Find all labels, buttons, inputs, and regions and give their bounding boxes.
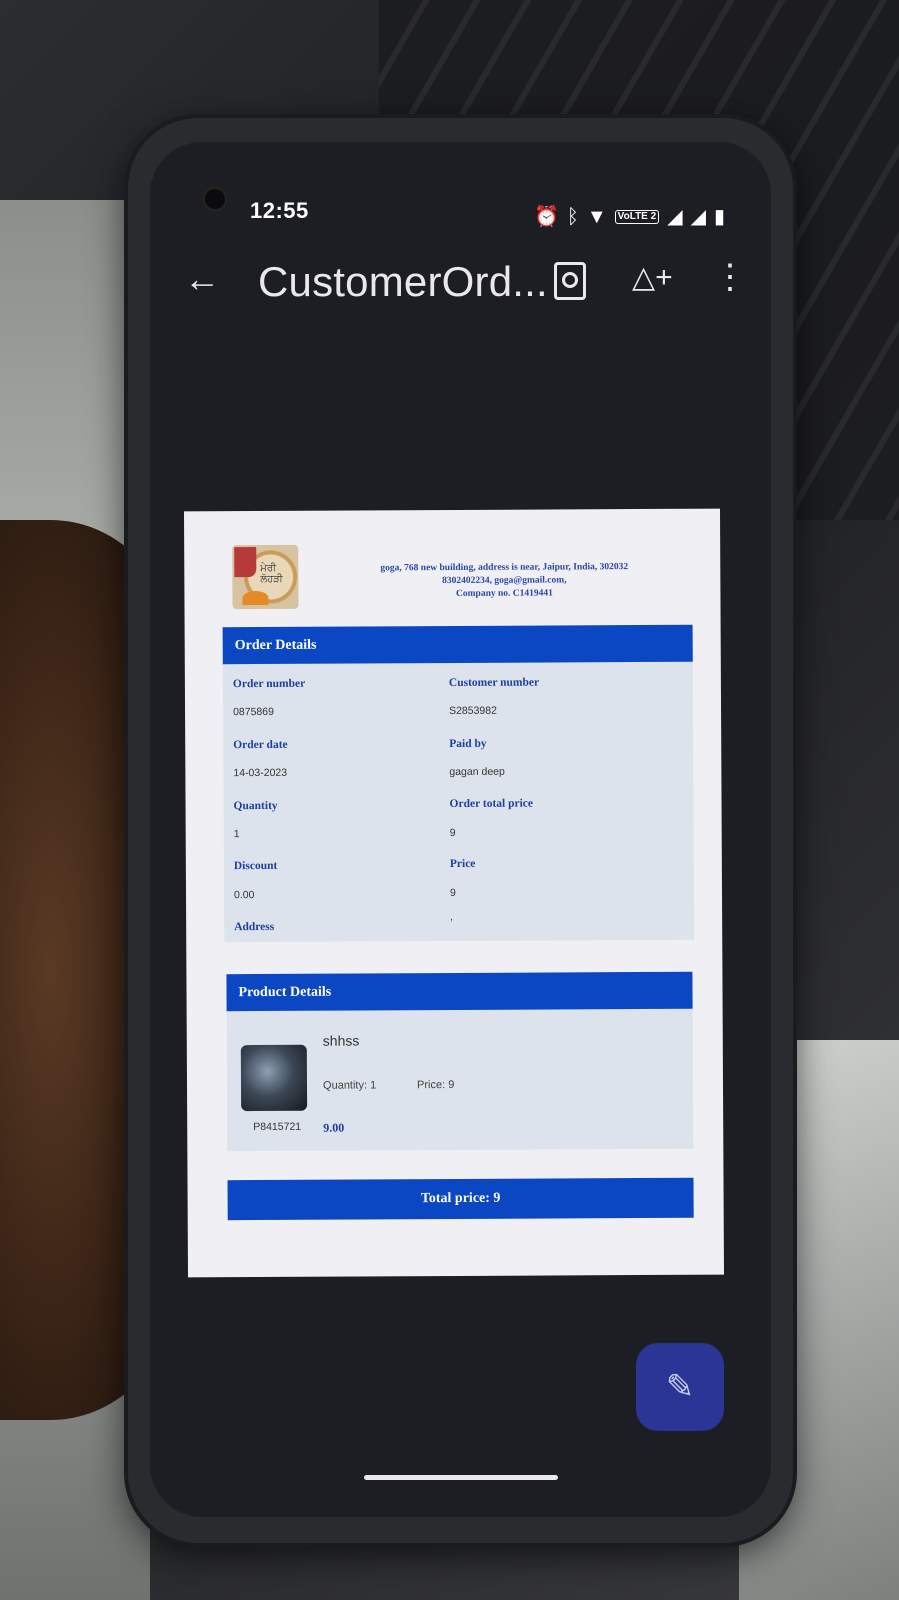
logo-fire xyxy=(242,590,269,606)
order-date-label: Order date xyxy=(233,738,288,752)
status-icons: ⏰ ᛒ ▼ VoLTE 2 ◢ ◢ ▮ xyxy=(534,206,725,228)
edit-fab-button[interactable]: ✎ xyxy=(636,1343,724,1431)
more-vert-icon[interactable]: ⋮ xyxy=(713,260,747,294)
company-number: Company no. C1419441 xyxy=(455,588,553,599)
status-time: 12:55 xyxy=(250,198,309,223)
address-label: Address xyxy=(234,920,275,934)
company-info: goga, 768 new building, address is near,… xyxy=(324,561,684,602)
paid-by-value: gagan deep xyxy=(449,765,505,779)
drive-add-icon[interactable]: △+ xyxy=(632,260,673,295)
logo-flower xyxy=(234,547,257,578)
alarm-icon: ⏰ xyxy=(533,206,559,228)
order-number-label: Order number xyxy=(232,677,306,691)
order-total-price-label: Order total price xyxy=(449,797,534,811)
gesture-navigation-bar[interactable] xyxy=(364,1475,558,1480)
back-arrow-icon[interactable]: ← xyxy=(184,258,220,300)
product-name: shhss xyxy=(322,1032,360,1049)
volte-icon: VoLTE 2 xyxy=(614,210,660,224)
company-logo: ਮੇਰੀ ਲੋਹੜੀ xyxy=(232,544,299,610)
quantity-label: Quantity xyxy=(233,799,278,813)
logo-text: ਮੇਰੀ ਲੋਹੜੀ xyxy=(260,562,283,586)
paid-by-label: Paid by xyxy=(449,737,487,751)
pdf-page: ਮੇਰੀ ਲੋਹੜੀ goga, 768 new building, addre… xyxy=(183,508,725,1278)
search-document-icon[interactable] xyxy=(554,262,586,300)
product-details-header: Product Details xyxy=(226,971,693,1013)
quantity-value: 1 xyxy=(233,828,240,841)
order-number-value: 0875869 xyxy=(233,705,274,719)
customer-number-label: Customer number xyxy=(448,676,540,690)
bluetooth-icon: ᛒ xyxy=(566,206,579,228)
product-details-section: shhss Quantity: 1 Price: 9 P8415721 9.00 xyxy=(226,1008,694,1152)
product-quantity: Quantity: 1 xyxy=(322,1079,377,1092)
product-thumbnail xyxy=(240,1044,308,1112)
phone-screen: 12:55 ⏰ ᛒ ▼ VoLTE 2 ◢ ◢ ▮ ← CustomerOrd.… xyxy=(150,142,771,1517)
customer-number-value: S2853982 xyxy=(449,704,497,718)
signal-icon: ◢ xyxy=(667,206,683,228)
product-amount: 9.00 xyxy=(323,1120,345,1135)
order-details-section: Order number 0875869 Customer number S28… xyxy=(222,661,695,943)
address-value: , xyxy=(450,911,454,924)
status-bar: 12:55 ⏰ ᛒ ▼ VoLTE 2 ◢ ◢ ▮ xyxy=(150,142,771,228)
product-price: Price: 9 xyxy=(416,1079,455,1092)
document-title: CustomerOrd... xyxy=(258,258,548,305)
signal-icon: ◢ xyxy=(690,206,706,228)
phone-frame: 12:55 ⏰ ᛒ ▼ VoLTE 2 ◢ ◢ ▮ ← CustomerOrd.… xyxy=(128,118,793,1543)
wifi-icon: ▼ xyxy=(586,206,607,228)
app-bar: ← CustomerOrd... △+ ⋮ xyxy=(150,242,771,322)
order-total-price-value: 9 xyxy=(449,826,456,840)
discount-label: Discount xyxy=(233,859,278,873)
edit-pen-icon: ✎ xyxy=(665,1368,695,1406)
discount-value: 0.00 xyxy=(233,889,255,902)
price-value: 9 xyxy=(449,886,456,900)
product-id: P8415721 xyxy=(253,1120,302,1134)
order-details-header: Order Details xyxy=(222,624,693,666)
total-price-bar: Total price: 9 xyxy=(227,1177,694,1221)
order-date-value: 14-03-2023 xyxy=(233,766,288,780)
price-label: Price xyxy=(449,857,476,871)
battery-charging-icon: ▮ xyxy=(713,206,725,228)
